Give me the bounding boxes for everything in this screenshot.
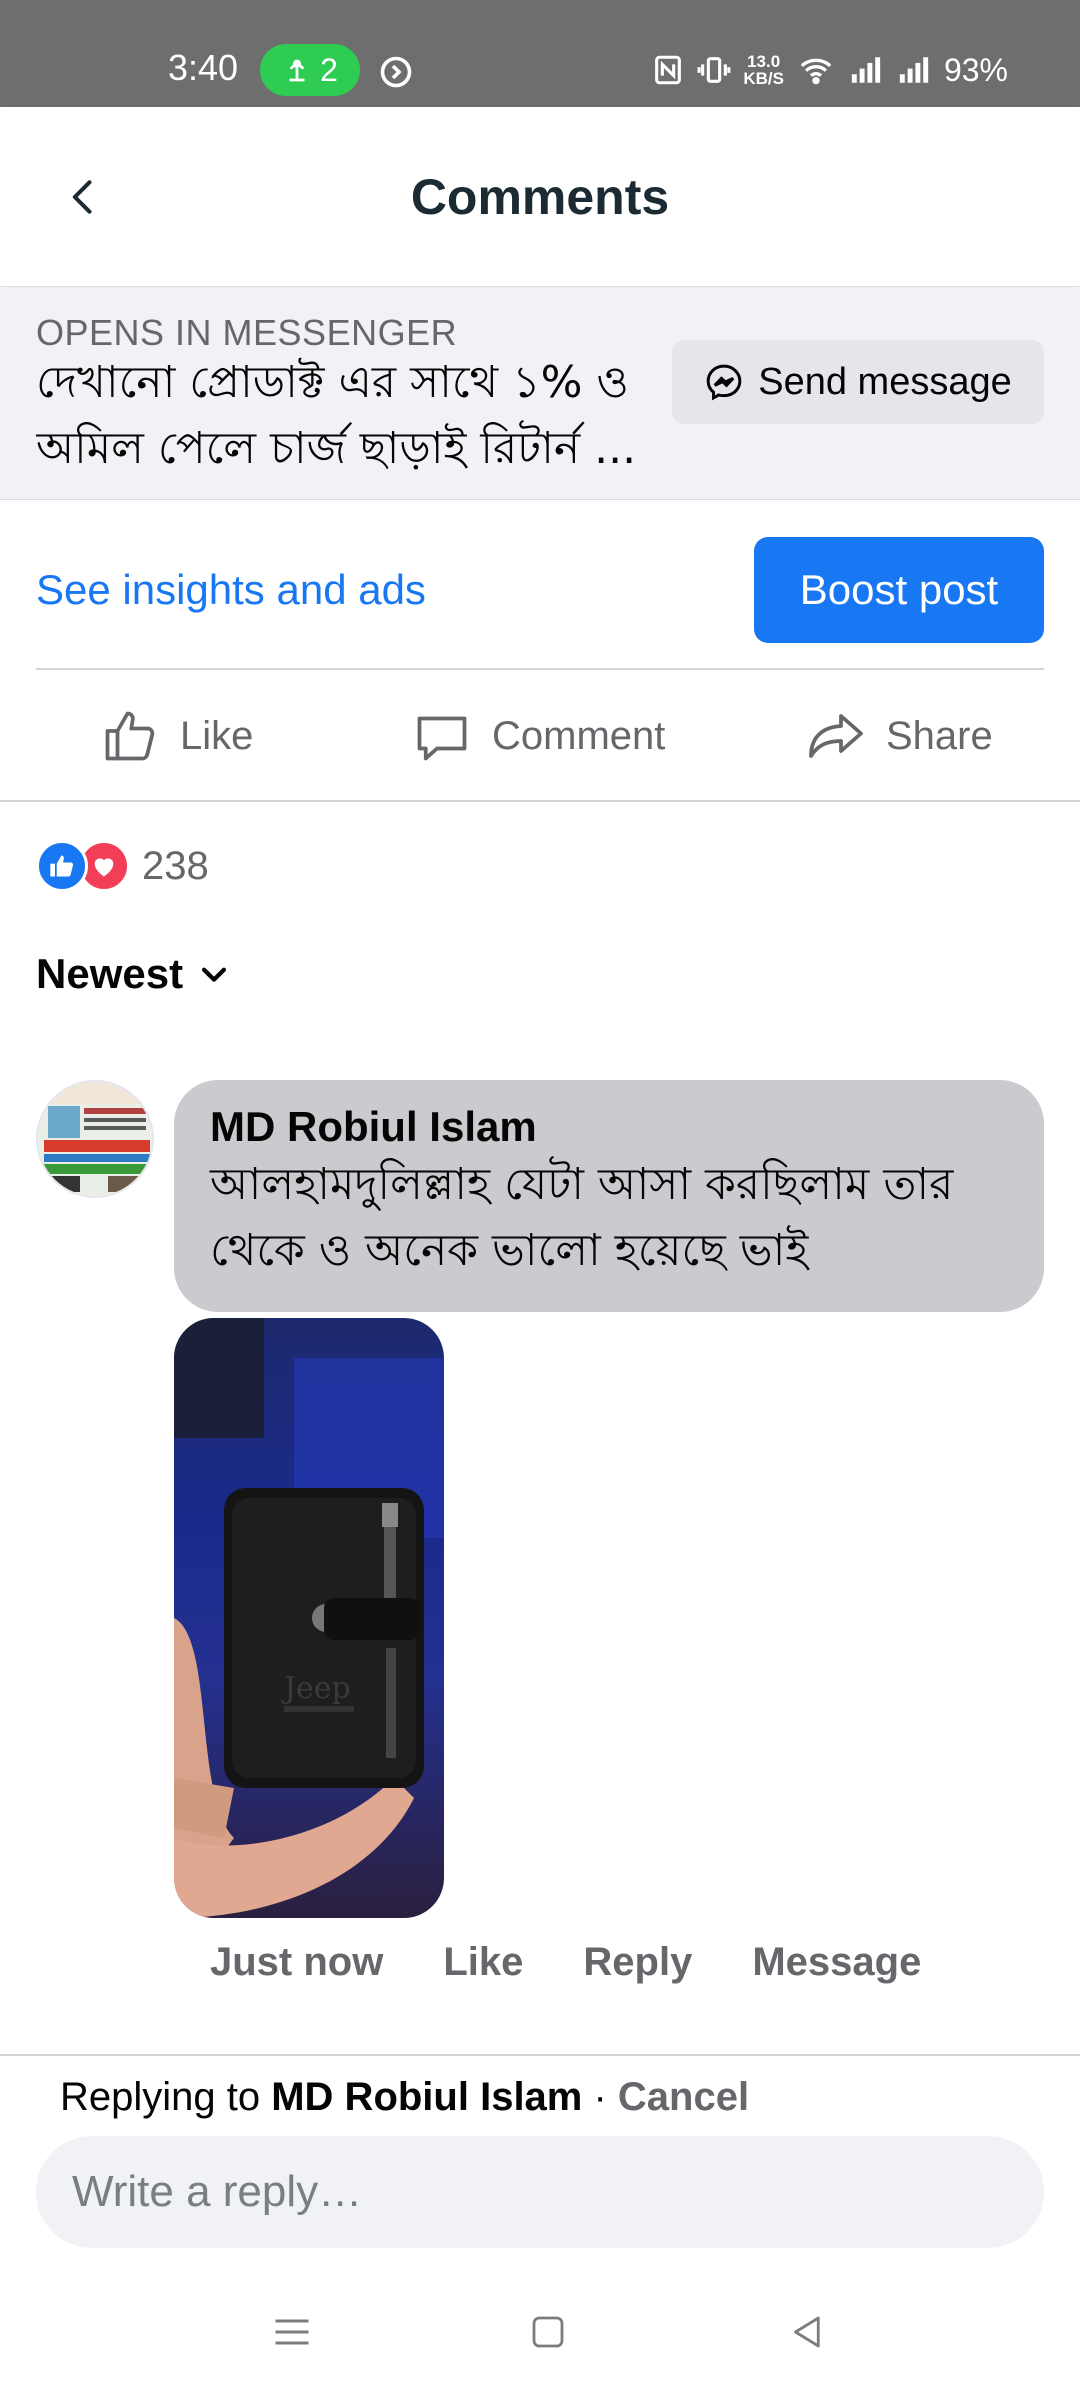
like-reaction-icon xyxy=(36,840,88,892)
signal-icon-2 xyxy=(899,57,929,83)
messenger-icon xyxy=(706,364,742,401)
comment-time: Just now xyxy=(210,1940,384,1984)
back-nav-button[interactable] xyxy=(776,2302,836,2362)
network-speed-unit: KB/S xyxy=(743,69,784,88)
like-action-label: Like xyxy=(180,713,254,758)
replying-separator: · xyxy=(582,2075,618,2119)
status-bar: 3:40 2 13.0 KB/S 93% xyxy=(0,0,1080,107)
messenger-label: OPENS IN MESSENGER xyxy=(36,312,458,353)
wallet-photo: Jeep xyxy=(174,1318,444,1918)
replying-prefix: Replying to xyxy=(60,2075,272,2119)
reply-input[interactable] xyxy=(36,2136,1044,2248)
share-action-label: Share xyxy=(886,713,993,758)
wifi-icon xyxy=(800,58,832,85)
divider xyxy=(0,2054,1080,2056)
hotspot-icon xyxy=(289,59,305,82)
menu-icon xyxy=(275,2319,309,2345)
home-square-icon xyxy=(532,2316,564,2348)
post-action-row: Like Comment Share xyxy=(0,670,1080,802)
sort-dropdown[interactable]: Newest xyxy=(36,950,231,998)
home-nav-button[interactable] xyxy=(518,2302,578,2362)
sync-icon xyxy=(380,56,412,88)
comment-author[interactable]: MD Robiul Islam xyxy=(210,1102,1008,1152)
send-message-label: Send message xyxy=(758,360,1012,403)
network-speed: 13.0 KB/S xyxy=(743,53,784,87)
comment-meta-row: Just now Like Reply Message xyxy=(210,1934,921,1990)
chevron-down-icon xyxy=(202,967,227,982)
comment-action-button[interactable]: Comment xyxy=(412,670,665,802)
comment-action-label: Comment xyxy=(492,713,666,758)
wallet-brand: Jeep xyxy=(281,1671,351,1706)
share-icon xyxy=(809,714,863,758)
vibrate-icon xyxy=(697,57,731,83)
menu-nav-button[interactable] xyxy=(262,2302,322,2362)
system-nav-bar xyxy=(0,2272,1080,2400)
battery-level: 93% xyxy=(943,51,1008,88)
avatar[interactable] xyxy=(36,1080,154,1198)
sort-label: Newest xyxy=(36,950,184,997)
hotspot-pill: 2 xyxy=(260,44,360,96)
signal-icon xyxy=(851,57,881,83)
reaction-count: 238 xyxy=(142,843,209,888)
comment-text: আলহামদুলিল্লাহ যেটা আসা করছিলাম তার থেকে… xyxy=(210,1159,954,1276)
thumbs-up-icon xyxy=(105,711,155,761)
comment-reply-button[interactable]: Reply xyxy=(583,1934,692,1990)
replying-name: MD Robiul Islam xyxy=(271,2075,583,2119)
comment-icon xyxy=(417,716,467,761)
page-title: Comments xyxy=(410,169,670,225)
send-message-button[interactable]: Send message xyxy=(672,340,1044,424)
avatar-image xyxy=(38,1082,152,1196)
status-time: 3:40 xyxy=(168,47,239,88)
share-action-button[interactable]: Share xyxy=(806,670,993,802)
comment-like-button[interactable]: Like xyxy=(443,1934,523,1990)
see-insights-link[interactable]: See insights and ads xyxy=(36,562,426,618)
comment-message-button[interactable]: Message xyxy=(752,1934,921,1990)
boost-post-button[interactable]: Boost post xyxy=(754,537,1044,643)
hotspot-count: 2 xyxy=(320,51,338,88)
network-speed-value: 13.0 xyxy=(747,52,781,71)
like-action-button[interactable]: Like xyxy=(100,670,253,802)
back-triangle-icon xyxy=(794,2316,820,2348)
nfc-icon xyxy=(655,55,682,85)
messenger-text: দেখানো প্রোডাক্ট এর সাথে ১% ও অমিল পেলে … xyxy=(36,357,637,474)
replying-to-bar: Replying to MD Robiul Islam · Cancel xyxy=(60,2072,749,2122)
comment-bubble[interactable]: MD Robiul Islam আলহামদুলিল্লাহ যেটা আসা … xyxy=(174,1080,1044,1312)
reactions-summary[interactable]: 238 xyxy=(36,838,209,894)
status-right: 13.0 KB/S 93% xyxy=(651,44,1008,96)
header: Comments xyxy=(0,107,1080,287)
comment-photo[interactable]: Jeep xyxy=(174,1318,444,1918)
cancel-reply-button[interactable]: Cancel xyxy=(618,2075,749,2119)
